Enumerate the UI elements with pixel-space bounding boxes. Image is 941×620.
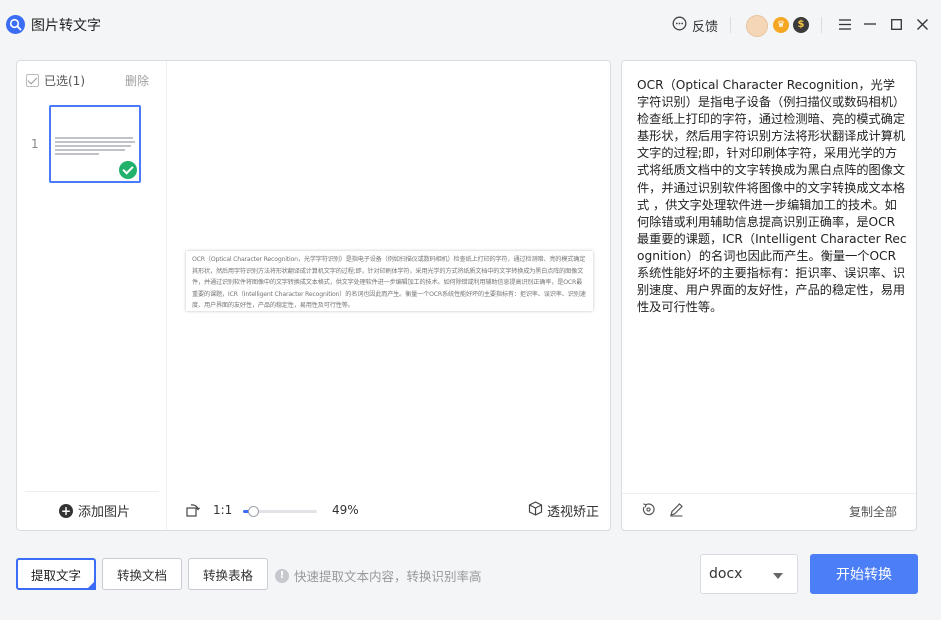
cube-icon: [528, 501, 543, 520]
thumbnail-preview: [55, 137, 135, 157]
zoom-percent: 49%: [332, 503, 359, 517]
divider: [730, 17, 731, 33]
document-preview[interactable]: OCR（Optical Character Recognition，光学字符识别…: [186, 251, 593, 311]
divider: [821, 17, 822, 33]
coin-icon[interactable]: $: [793, 17, 809, 33]
output-format-select[interactable]: docx: [700, 554, 798, 594]
extract-text-button[interactable]: 提取文字: [16, 558, 96, 590]
image-panel: 已选(1) 删除 1 + 添加图片 OCR（Optical Character …: [16, 60, 611, 531]
zoom-reset-button[interactable]: 1:1: [213, 503, 232, 517]
minimize-icon[interactable]: [861, 15, 879, 33]
maximize-icon[interactable]: [887, 15, 905, 33]
divider: [25, 491, 159, 492]
feedback-label: 反馈: [692, 20, 719, 35]
close-icon[interactable]: [913, 15, 931, 33]
thumbnail-index: 1: [31, 137, 39, 151]
chat-bubble-icon: [672, 16, 687, 35]
selected-check-icon: [119, 161, 137, 179]
zoom-slider[interactable]: [243, 506, 317, 517]
vip-crown-icon[interactable]: ♛: [773, 17, 789, 33]
recognized-text[interactable]: OCR（Optical Character Recognition，光学字符识别…: [637, 77, 907, 316]
mode-hint: ! 快速提取文本内容，转换识别率高: [275, 566, 482, 585]
add-image-label: 添加图片: [78, 505, 131, 520]
add-image-button[interactable]: + 添加图片: [59, 501, 130, 520]
app-title: 图片转文字: [31, 18, 101, 34]
title-bar: 图片转文字 反馈 ♛ $: [0, 0, 941, 50]
perspective-label: 透视矫正: [547, 505, 600, 520]
plus-icon: +: [59, 503, 73, 518]
zoom-slider-handle[interactable]: [248, 506, 259, 517]
start-conversion-button[interactable]: 开始转换: [810, 554, 918, 594]
menu-icon[interactable]: [836, 15, 854, 33]
result-panel: OCR（Optical Character Recognition，光学字符识别…: [621, 60, 917, 531]
mode-hint-text: 快速提取文本内容，转换识别率高: [294, 569, 482, 584]
document-preview-text: OCR（Optical Character Recognition，光学字符识别…: [192, 256, 586, 308]
copy-all-button[interactable]: 复制全部: [849, 503, 897, 520]
image-thumbnail[interactable]: [49, 105, 141, 183]
refresh-icon[interactable]: [641, 502, 657, 518]
thumbnail-column: 已选(1) 删除 1 + 添加图片: [17, 61, 167, 530]
convert-document-button[interactable]: 转换文档: [102, 558, 182, 590]
chevron-down-icon: [773, 573, 783, 579]
avatar[interactable]: [746, 15, 768, 37]
edit-icon[interactable]: [669, 502, 685, 518]
app-logo-icon: [6, 15, 25, 34]
select-all-checkbox[interactable]: 已选(1): [26, 72, 85, 89]
feedback-button[interactable]: 反馈: [672, 16, 718, 35]
output-format-value: docx: [709, 566, 743, 582]
convert-table-button[interactable]: 转换表格: [188, 558, 268, 590]
perspective-correction-button[interactable]: 透视矫正: [528, 501, 599, 520]
checkbox-icon[interactable]: [26, 74, 39, 87]
divider: [622, 493, 916, 494]
select-all-label: 已选(1): [44, 74, 85, 88]
delete-button[interactable]: 删除: [125, 72, 149, 89]
info-icon: !: [275, 568, 289, 583]
rotate-icon[interactable]: [185, 502, 201, 518]
